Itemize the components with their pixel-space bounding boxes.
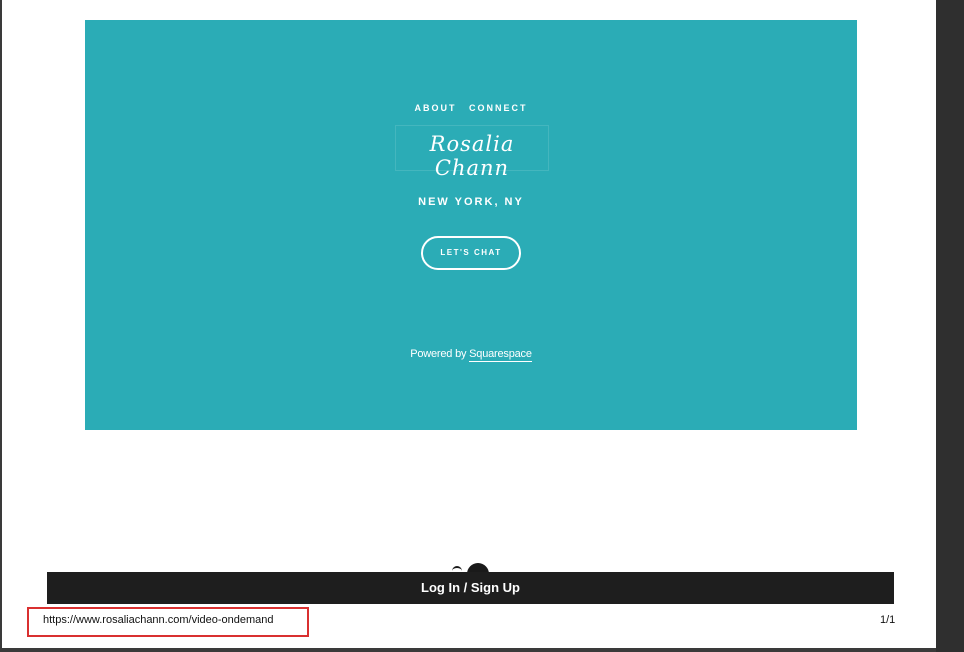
footer-panel: ABOUT CONNECT Rosalia Chann NEW YORK, NY… [85,20,857,430]
site-logo-text: Rosalia Chann [429,132,515,180]
powered-by: Powered by Squarespace [85,348,857,362]
powered-by-label: Powered by [410,348,467,360]
lets-chat-button[interactable]: LET'S CHAT [421,236,521,270]
nav-link-connect[interactable]: CONNECT [469,103,528,113]
page-url: https://www.rosaliachann.com/video-ondem… [43,614,274,626]
squarespace-link[interactable]: Squarespace [469,348,532,362]
nav-link-about[interactable]: ABOUT [414,103,456,113]
scrollbar[interactable] [936,0,964,652]
location-text: NEW YORK, NY [418,196,524,208]
login-signup-button[interactable]: Log In / Sign Up [47,572,894,604]
bottom-border [0,648,936,652]
left-border [0,0,2,652]
page-counter: 1/1 [880,614,896,626]
page-viewport: ABOUT CONNECT Rosalia Chann NEW YORK, NY… [0,0,964,652]
page-url-box: https://www.rosaliachann.com/video-ondem… [27,607,309,637]
site-logo[interactable]: Rosalia Chann [395,125,549,180]
footer-nav: ABOUT CONNECT [85,103,857,113]
